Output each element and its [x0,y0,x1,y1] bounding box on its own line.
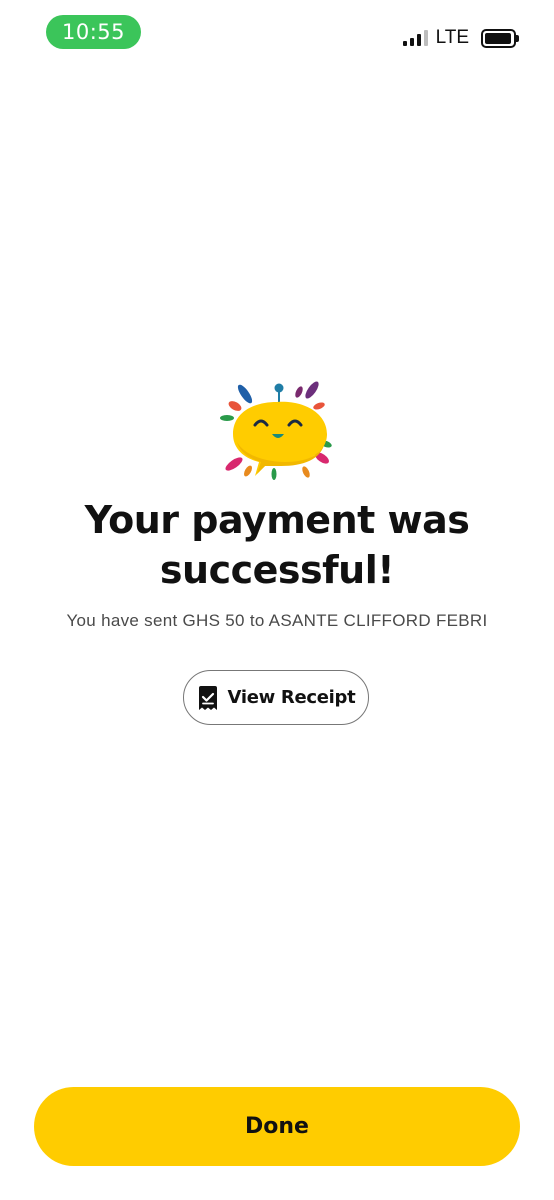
payment-summary-text: You have sent GHS 50 to ASANTE CLIFFORD … [66,611,488,630]
receipt-check-icon [198,685,217,710]
payment-success-screen: 10:55 LTE Your payment was successful! Y [0,0,554,1200]
done-button[interactable]: Done [34,1087,520,1166]
success-title: Your payment was successful! [84,498,470,592]
view-receipt-label: View Receipt [227,687,356,708]
done-button-label: Done [245,1114,309,1139]
status-indicators: LTE [402,22,519,54]
status-time: 10:55 [46,15,141,49]
battery-icon [481,28,519,48]
view-receipt-button[interactable]: View Receipt [183,670,369,725]
network-type-label: LTE [435,27,469,48]
smiling-chat-bubble-mascot-icon [220,381,332,480]
signal-strength-icon [402,30,428,46]
